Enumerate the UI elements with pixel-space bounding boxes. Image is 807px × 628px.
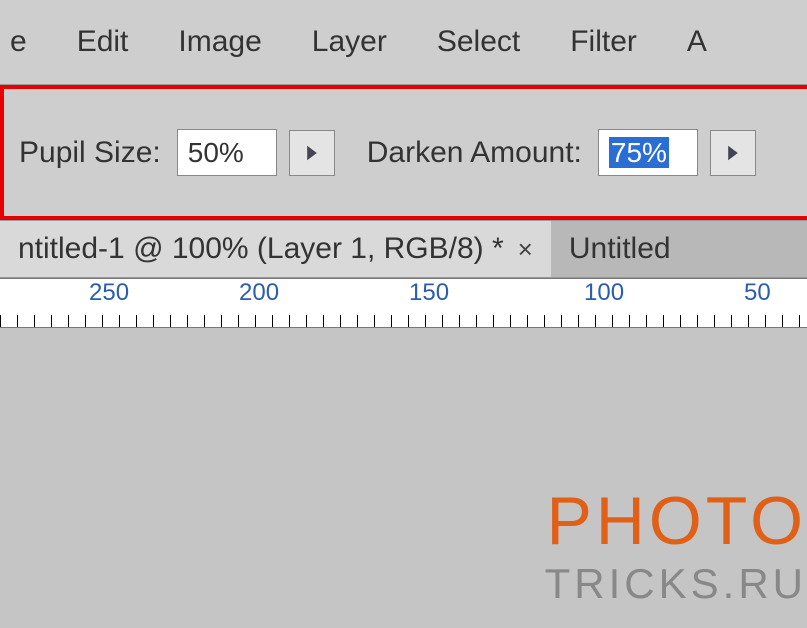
watermark-line1: PHOTO: [545, 482, 807, 560]
ruler-tick: [612, 315, 613, 327]
ruler-tick: [0, 315, 1, 327]
ruler-tick: [170, 315, 171, 327]
menu-item-filter[interactable]: Filter: [570, 25, 637, 59]
ruler-tick: [238, 315, 239, 327]
menu-item-layer[interactable]: Layer: [312, 25, 387, 59]
ruler-tick: [646, 315, 647, 327]
ruler-tick: [85, 315, 86, 327]
ruler-tick: [374, 315, 375, 327]
darken-amount-label: Darken Amount:: [367, 136, 582, 170]
menu-item-edit[interactable]: Edit: [77, 25, 129, 59]
ruler-tick: [68, 315, 69, 327]
ruler-tick: [561, 315, 562, 327]
ruler-tick: [578, 315, 579, 327]
ruler-tick: [272, 315, 273, 327]
ruler-tick: [408, 315, 409, 327]
watermark: PHOTO TRICKS.RU: [545, 482, 807, 608]
darken-amount-input[interactable]: 75%: [598, 129, 698, 177]
pupil-size-label: Pupil Size:: [19, 136, 161, 170]
ruler-tick: [221, 315, 222, 327]
ruler-tick: [510, 315, 511, 327]
ruler-tick: [697, 315, 698, 327]
ruler-tick: [476, 315, 477, 327]
pupil-size-input[interactable]: 50%: [177, 129, 277, 177]
document-tab-inactive[interactable]: Untitled: [551, 221, 689, 277]
ruler-tick: [17, 315, 18, 327]
ruler-tick: [357, 315, 358, 327]
ruler-tick: [442, 315, 443, 327]
ruler-tick: [323, 315, 324, 327]
canvas-area[interactable]: PHOTO TRICKS.RU: [0, 328, 807, 628]
ruler-tick: [459, 315, 460, 327]
ruler-tick: [204, 315, 205, 327]
ruler-tick: [425, 315, 426, 327]
document-tab-active[interactable]: ntitled-1 @ 100% (Layer 1, RGB/8) * ×: [0, 221, 551, 277]
ruler-tick: [391, 315, 392, 327]
document-tab-title: Untitled: [569, 232, 671, 266]
ruler-label: 150: [409, 279, 449, 307]
pupil-size-flyout-button[interactable]: [289, 130, 335, 176]
darken-amount-flyout-button[interactable]: [710, 130, 756, 176]
ruler-tick: [51, 315, 52, 327]
ruler-tick: [544, 315, 545, 327]
ruler-tick: [153, 315, 154, 327]
ruler-label: 250: [89, 279, 129, 307]
close-icon[interactable]: ×: [518, 234, 533, 265]
ruler-tick: [493, 315, 494, 327]
ruler-tick: [748, 315, 749, 327]
ruler-tick: [527, 315, 528, 327]
ruler-label: 100: [584, 279, 624, 307]
ruler-tick: [119, 315, 120, 327]
ruler-tick: [340, 315, 341, 327]
ruler-tick: [663, 315, 664, 327]
ruler-tick: [782, 315, 783, 327]
ruler-tick: [289, 315, 290, 327]
ruler-tick: [306, 315, 307, 327]
ruler-tick: [34, 315, 35, 327]
ruler-tick: [136, 315, 137, 327]
ruler-tick: [102, 315, 103, 327]
ruler-tick: [799, 315, 800, 327]
ruler-tick: [595, 315, 596, 327]
ruler-label: 200: [239, 279, 279, 307]
ruler-tick: [714, 315, 715, 327]
menu-item-select[interactable]: Select: [437, 25, 520, 59]
ruler-label: 50: [744, 279, 771, 307]
menu-item-partial[interactable]: A: [687, 25, 707, 59]
menu-bar: e Edit Image Layer Select Filter A: [0, 0, 807, 85]
ruler-tick: [629, 315, 630, 327]
menu-item-file-partial[interactable]: e: [10, 25, 27, 59]
triangle-right-icon: [727, 144, 739, 162]
ruler-tick: [680, 315, 681, 327]
document-tab-bar: ntitled-1 @ 100% (Layer 1, RGB/8) * × Un…: [0, 220, 807, 278]
ruler-tick: [187, 315, 188, 327]
horizontal-ruler: 250 200 150 100 50: [0, 278, 807, 328]
document-tab-title: ntitled-1 @ 100% (Layer 1, RGB/8) *: [18, 232, 504, 266]
ruler-tick: [765, 315, 766, 327]
menu-item-image[interactable]: Image: [178, 25, 261, 59]
tool-options-bar: Pupil Size: 50% Darken Amount: 75%: [0, 85, 807, 220]
ruler-tick: [255, 315, 256, 327]
triangle-right-icon: [306, 144, 318, 162]
watermark-line2: TRICKS.RU: [545, 560, 807, 608]
ruler-tick: [731, 315, 732, 327]
